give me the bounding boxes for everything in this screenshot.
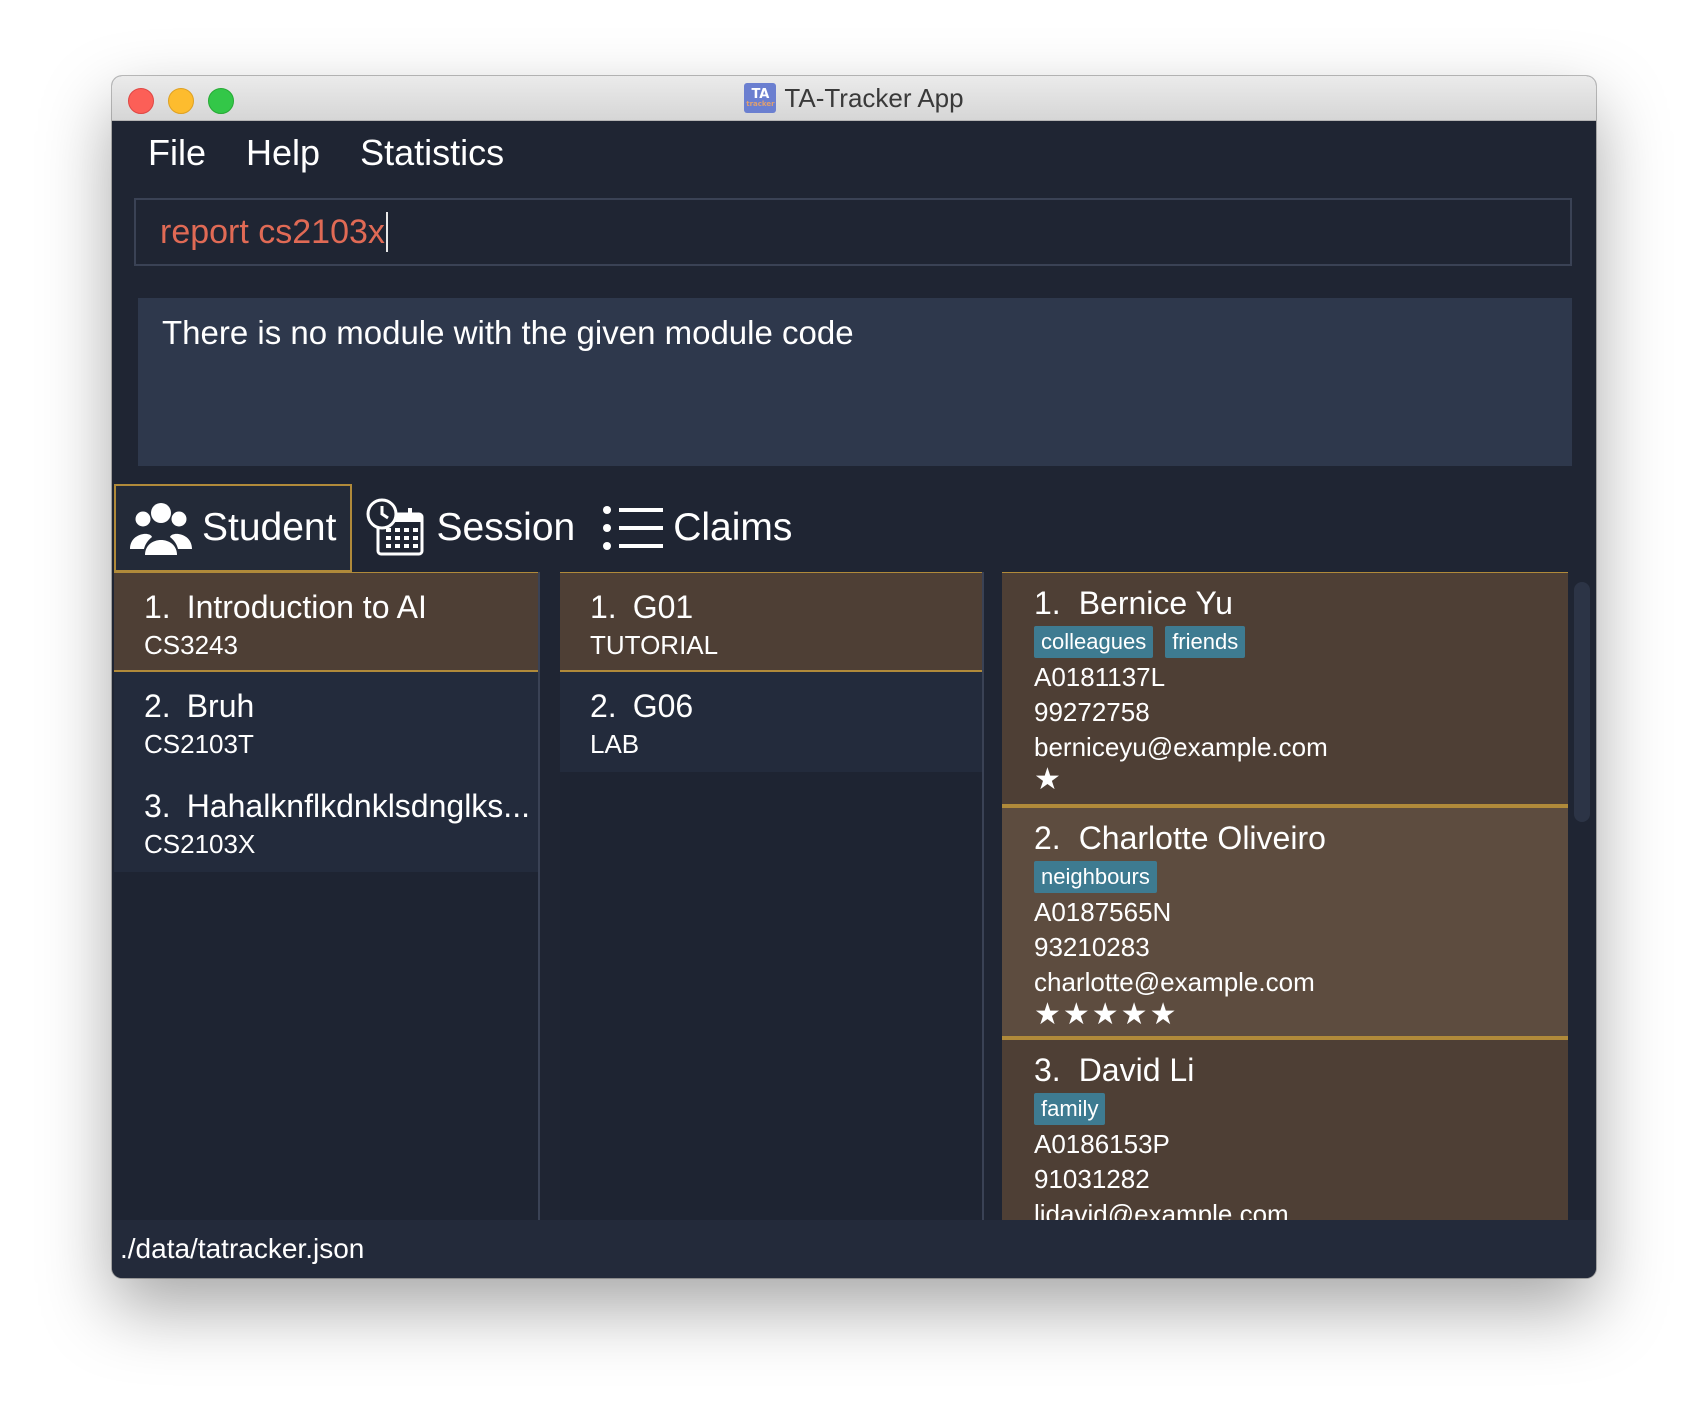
module-card[interactable]: 3. Hahalknflkdnklsdnglks... CS2103X — [114, 772, 538, 872]
menu-file[interactable]: File — [148, 132, 206, 174]
student-matric: A0181137L — [1034, 662, 1166, 692]
student-index: 2. — [1034, 820, 1061, 856]
module-code: CS2103X — [144, 829, 256, 859]
student-list[interactable]: 1. Bernice Yu colleagues friends A0181137… — [1002, 572, 1568, 1220]
tag-badge: neighbours — [1034, 861, 1157, 893]
command-input-text: report cs2103x — [160, 212, 385, 251]
student-card[interactable]: 1. Bernice Yu colleagues friends A0181137… — [1002, 572, 1568, 804]
module-list[interactable]: 1. Introduction to AI CS3243 2. Bruh CS210… — [114, 572, 540, 1220]
data-file-path: ./data/tatracker.json — [120, 1233, 365, 1264]
student-index: 3. — [1034, 1052, 1061, 1088]
result-display: There is no module with the given module… — [138, 298, 1572, 466]
tab-session-label: Session — [436, 506, 576, 549]
module-index: 2. — [144, 688, 171, 724]
rating-stars-icon: ★ — [1034, 763, 1063, 796]
student-name: David Li — [1078, 1052, 1195, 1088]
module-index: 3. — [144, 788, 171, 824]
module-name: Introduction to AI — [186, 589, 427, 625]
student-email: berniceyu@example.com — [1034, 732, 1328, 762]
student-index: 1. — [1034, 585, 1061, 621]
student-name: Charlotte Oliveiro — [1078, 820, 1326, 856]
module-code: CS3243 — [144, 630, 238, 660]
app-window: TA tracker TA-Tracker App File Help Stat… — [112, 76, 1596, 1278]
list-icon — [603, 506, 664, 550]
students-icon — [130, 503, 192, 555]
title-bar[interactable]: TA tracker TA-Tracker App — [112, 76, 1596, 121]
status-bar: ./data/tatracker.json — [112, 1220, 1596, 1278]
module-card[interactable]: 2. Bruh CS2103T — [114, 672, 538, 772]
tab-student[interactable]: Student — [114, 484, 353, 572]
student-phone: 93210283 — [1034, 932, 1150, 962]
group-card[interactable]: 1. G01 TUTORIAL — [560, 572, 982, 672]
student-card[interactable]: 3. David Li family A0186153P 91031282 lid… — [1002, 1036, 1568, 1220]
student-email: lidavid@example.com — [1034, 1199, 1289, 1220]
tag-badge: family — [1034, 1093, 1106, 1125]
result-message: There is no module with the given module… — [162, 314, 854, 351]
module-name: Bruh — [186, 688, 255, 724]
tab-claims[interactable]: Claims — [589, 484, 806, 572]
module-name: Hahalknflkdnklsdnglks... — [186, 788, 530, 824]
rating-stars-icon: ★★★★★ — [1034, 998, 1179, 1031]
menu-statistics[interactable]: Statistics — [360, 132, 504, 174]
student-matric: A0186153P — [1034, 1129, 1170, 1159]
tab-bar: Student Session Claims — [114, 484, 806, 574]
group-type: LAB — [590, 729, 640, 759]
group-type: TUTORIAL — [590, 630, 719, 660]
app-logo-icon: TA tracker — [744, 83, 777, 113]
student-phone: 99272758 — [1034, 697, 1150, 727]
group-name: G06 — [632, 688, 694, 724]
tab-student-label: Student — [202, 506, 337, 549]
module-code: CS2103T — [144, 729, 254, 759]
student-name: Bernice Yu — [1078, 585, 1233, 621]
tab-claims-label: Claims — [673, 506, 793, 549]
student-matric: A0187565N — [1034, 897, 1172, 927]
text-caret — [385, 212, 388, 252]
group-card[interactable]: 2. G06 LAB — [560, 672, 982, 772]
session-group-list[interactable]: 1. G01 TUTORIAL 2. G06 LAB — [560, 572, 984, 1220]
tag-badge: colleagues — [1034, 626, 1154, 658]
menu-bar: File Help Statistics — [112, 120, 1596, 186]
module-card[interactable]: 1. Introduction to AI CS3243 — [114, 572, 538, 672]
group-index: 2. — [590, 688, 617, 724]
student-phone: 91031282 — [1034, 1164, 1150, 1194]
menu-help[interactable]: Help — [246, 132, 320, 174]
calendar-clock-icon — [366, 498, 424, 556]
student-email: charlotte@example.com — [1034, 967, 1315, 997]
tag-badge: friends — [1165, 626, 1246, 658]
student-card[interactable]: 2. Charlotte Oliveiro neighbours A0187565… — [1002, 804, 1568, 1036]
tab-session[interactable]: Session — [352, 484, 589, 572]
group-name: G01 — [632, 589, 694, 625]
window-title: TA-Tracker App — [784, 82, 964, 113]
module-index: 1. — [144, 589, 171, 625]
student-list-scrollbar[interactable] — [1574, 582, 1590, 822]
group-index: 1. — [590, 589, 617, 625]
command-input[interactable]: report cs2103x — [134, 198, 1572, 266]
